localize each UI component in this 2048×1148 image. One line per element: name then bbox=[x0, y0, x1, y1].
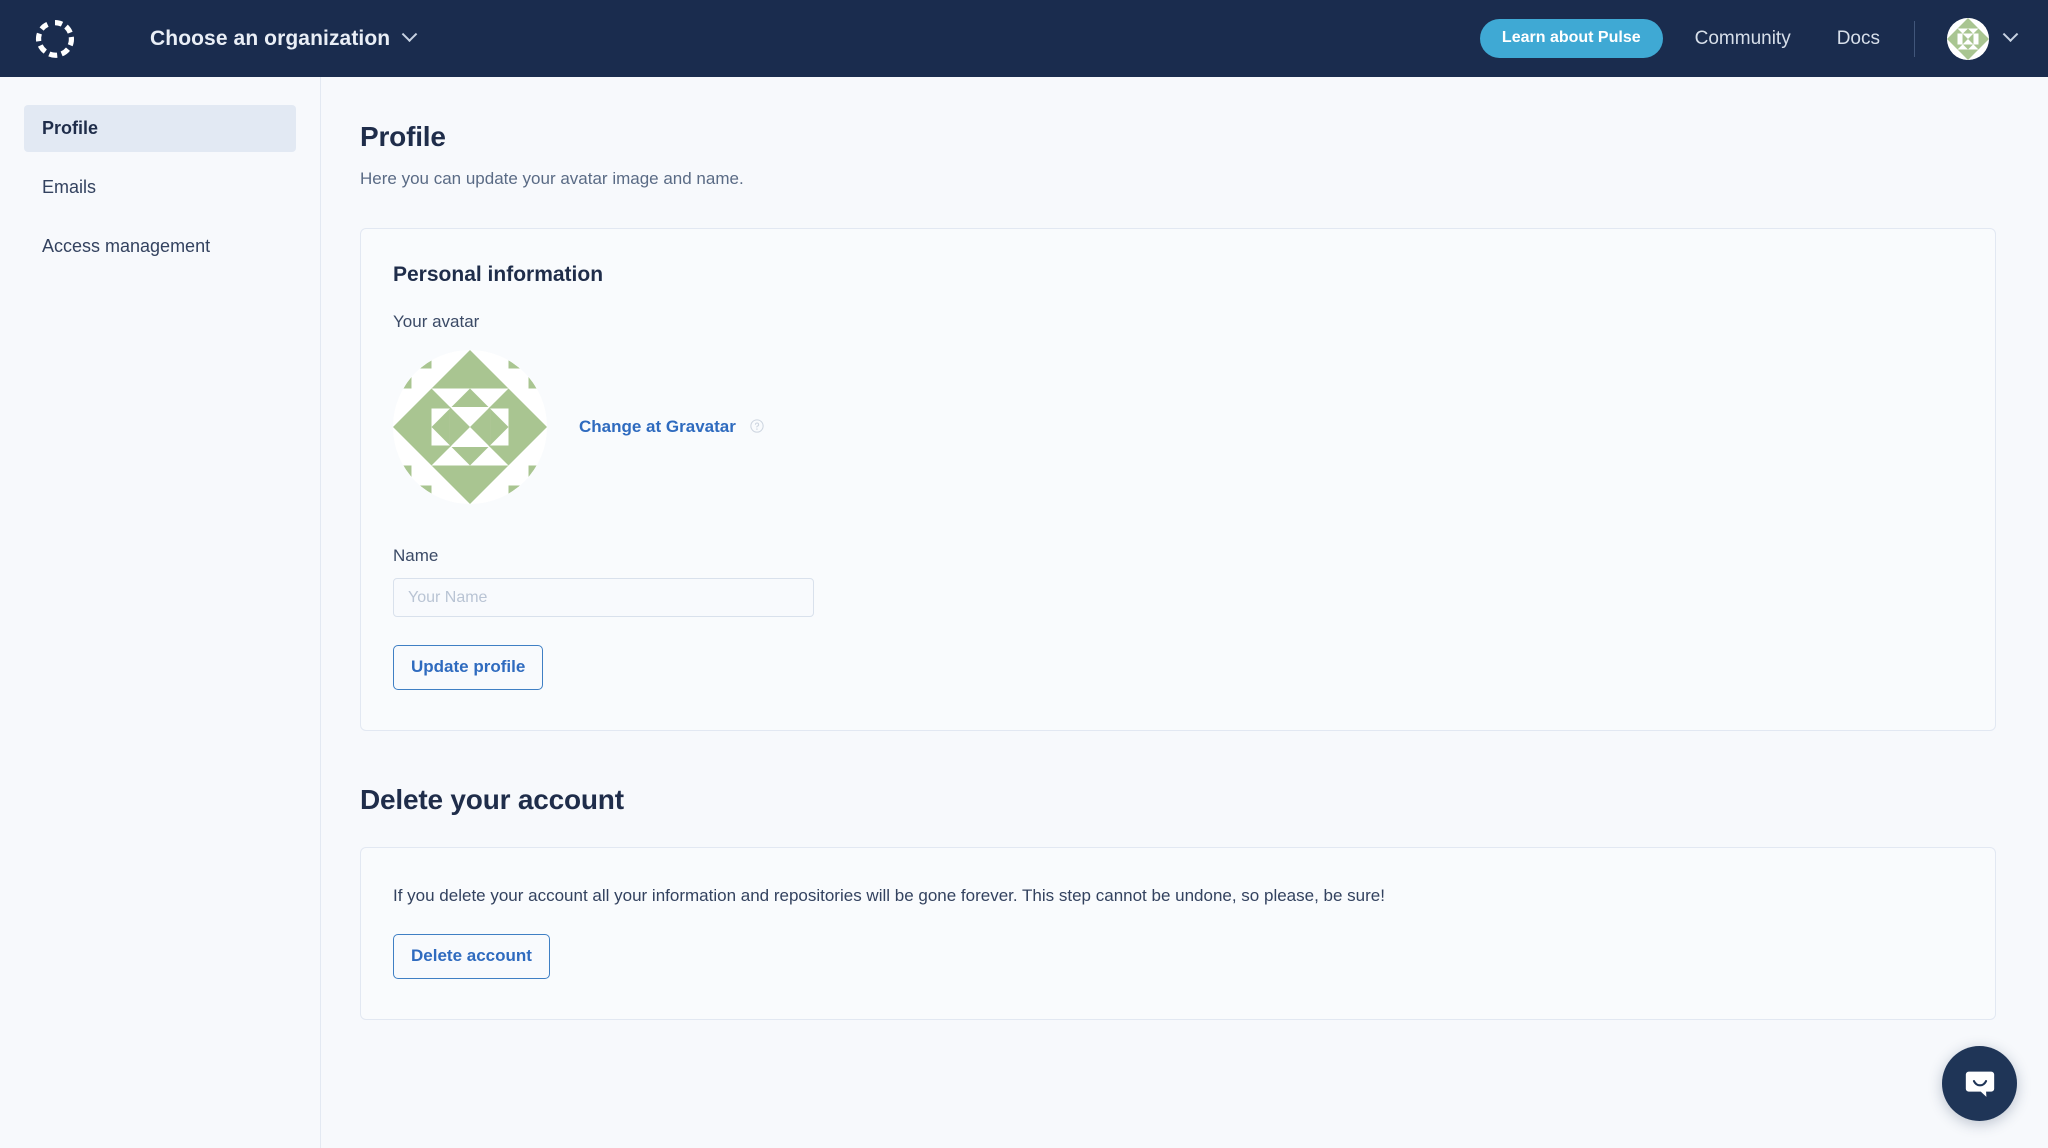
chevron-down-icon bbox=[401, 26, 418, 43]
card-title: Personal information bbox=[393, 263, 604, 286]
avatar bbox=[393, 350, 547, 504]
sidebar-item-label: Access management bbox=[42, 236, 211, 256]
user-menu[interactable] bbox=[1947, 17, 2019, 60]
personal-information-card: Personal information Your avatar Change … bbox=[360, 228, 1996, 731]
top-nav-right-group: Learn about Pulse Community Docs bbox=[1479, 17, 2048, 60]
delete-account-section-title: Delete your account bbox=[360, 784, 624, 815]
page-subtitle: Here you can update your avatar image an… bbox=[360, 169, 744, 188]
page-title: Profile bbox=[360, 121, 446, 152]
name-input[interactable] bbox=[393, 578, 814, 617]
avatar-label: Your avatar bbox=[393, 312, 480, 331]
sidebar-item-profile[interactable]: Profile bbox=[24, 105, 296, 152]
app-logo[interactable] bbox=[0, 0, 110, 77]
chat-bubble-icon bbox=[1965, 1071, 1994, 1097]
chat-launcher-button[interactable] bbox=[1942, 1046, 2017, 1121]
avatar bbox=[1947, 17, 1989, 60]
organization-selector-label: Choose an organization bbox=[150, 26, 391, 50]
sidebar-item-emails[interactable]: Emails bbox=[24, 164, 296, 211]
sidebar-item-label: Profile bbox=[42, 118, 99, 138]
segmented-circle-logo-icon bbox=[35, 19, 75, 58]
nav-link-docs[interactable]: Docs bbox=[1837, 28, 1880, 50]
nav-divider bbox=[1914, 20, 1915, 57]
delete-account-warning-text: If you delete your account all your info… bbox=[393, 886, 1385, 905]
delete-account-card: If you delete your account all your info… bbox=[360, 847, 1996, 1020]
gravatar-link-group: Change at Gravatar bbox=[579, 417, 764, 437]
avatar-row: Change at Gravatar bbox=[393, 350, 1963, 504]
main-content: Profile Here you can update your avatar … bbox=[321, 77, 2048, 1148]
top-navigation-bar: Choose an organization Learn about Pulse… bbox=[0, 0, 2048, 77]
change-at-gravatar-link[interactable]: Change at Gravatar bbox=[579, 417, 736, 436]
chevron-down-icon bbox=[2002, 26, 2019, 43]
update-profile-button[interactable]: Update profile bbox=[393, 645, 544, 690]
user-avatar-identicon-icon bbox=[1947, 17, 1989, 60]
delete-account-button[interactable]: Delete account bbox=[393, 934, 550, 979]
sidebar-item-access-management[interactable]: Access management bbox=[24, 223, 296, 270]
sidebar-item-label: Emails bbox=[42, 177, 97, 197]
learn-about-pulse-button[interactable]: Learn about Pulse bbox=[1479, 19, 1663, 58]
name-field-label: Name bbox=[393, 546, 439, 565]
nav-link-community[interactable]: Community bbox=[1695, 28, 1791, 50]
settings-sidebar: Profile Emails Access management bbox=[0, 77, 321, 1148]
help-circle-icon[interactable] bbox=[750, 419, 764, 433]
user-avatar-identicon-icon bbox=[393, 350, 547, 504]
organization-selector[interactable]: Choose an organization bbox=[150, 26, 418, 51]
